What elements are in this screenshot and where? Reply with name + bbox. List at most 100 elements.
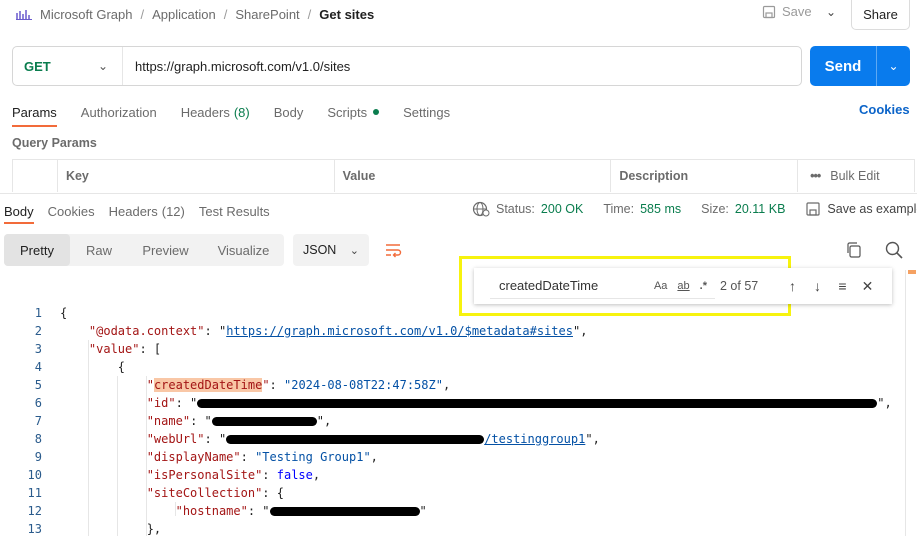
- view-preview-button[interactable]: Preview: [128, 234, 203, 266]
- arrow-up-icon[interactable]: ↑: [780, 278, 805, 294]
- view-raw-button[interactable]: Raw: [70, 234, 128, 266]
- headers-count: (8): [233, 104, 250, 120]
- search-icon[interactable]: [884, 240, 904, 260]
- save-icon: [762, 5, 776, 18]
- tab-response-headers[interactable]: Headers (12): [109, 201, 185, 221]
- line-number: 2: [34, 324, 42, 338]
- code-line: 3 "value": [: [0, 340, 917, 358]
- save-label: Save: [782, 4, 812, 19]
- json-key: "isPersonalSite": [146, 468, 263, 482]
- description-column-header: Description: [611, 160, 799, 192]
- chevron-down-icon: ⌄: [349, 244, 359, 257]
- url-input[interactable]: https://graph.microsoft.com/v1.0/sites: [123, 59, 350, 74]
- save-as-example-button[interactable]: Save as example: [827, 202, 917, 216]
- close-icon[interactable]: ✕: [855, 278, 880, 295]
- regex-toggle[interactable]: .*: [700, 280, 707, 292]
- response-body-editor[interactable]: 1{ 2 "@odata.context": "https://graph.mi…: [0, 304, 917, 536]
- method-label: GET: [24, 58, 51, 74]
- find-input[interactable]: createdDateTime Aa ab .*: [490, 273, 715, 299]
- tab-response-body[interactable]: Body: [4, 201, 34, 224]
- code-line: 12 "hostname": " ": [0, 502, 917, 520]
- tab-label: Params: [12, 104, 57, 120]
- json-link[interactable]: /testinggroup1: [484, 432, 585, 446]
- format-select[interactable]: JSON ⌄: [293, 234, 369, 266]
- search-match-marker: [908, 270, 916, 274]
- tab-settings[interactable]: Settings: [403, 100, 450, 124]
- tab-params[interactable]: Params: [12, 100, 57, 127]
- find-widget: createdDateTime Aa ab .* 2 of 57 ↑ ↓ ≡ ✕: [474, 268, 892, 304]
- tab-response-cookies[interactable]: Cookies: [48, 201, 95, 221]
- code-line: 8 "webUrl": "/testinggroup1",: [0, 430, 917, 448]
- key-column-header: Key: [58, 160, 335, 192]
- time-value[interactable]: 585 ms: [640, 202, 681, 216]
- tab-label: Body: [4, 203, 34, 219]
- redacted-value: [269, 507, 420, 516]
- tab-authorization[interactable]: Authorization: [81, 100, 157, 124]
- json-value: false: [276, 468, 313, 482]
- size-value[interactable]: 20.11 KB: [735, 202, 786, 216]
- status-value[interactable]: 200 OK: [541, 202, 583, 216]
- send-button[interactable]: Send ⌄: [810, 46, 910, 86]
- json-value: "Testing Group1": [255, 450, 371, 464]
- share-button[interactable]: Share: [851, 0, 910, 30]
- code-line: 4 {: [0, 358, 917, 376]
- save-icon: [806, 202, 821, 216]
- copy-icon[interactable]: [845, 241, 863, 259]
- line-number: 5: [34, 378, 42, 392]
- json-link[interactable]: https://graph.microsoft.com/v1.0/$metada…: [226, 324, 573, 338]
- tab-label: Body: [273, 104, 304, 120]
- tab-label: Cookies: [47, 203, 95, 219]
- json-key: "webUrl": [146, 432, 205, 446]
- more-icon: •••: [810, 169, 821, 183]
- line-number: 9: [34, 450, 42, 464]
- json-key: "siteCollection": [146, 486, 263, 500]
- breadcrumb: Microsoft Graph / Application / SharePoi…: [16, 4, 374, 24]
- indent-guide: [88, 340, 89, 536]
- view-mode-segmented-control: Pretty Raw Preview Visualize: [4, 234, 284, 266]
- editor-scrollbar[interactable]: [905, 270, 917, 536]
- line-number: 10: [27, 468, 42, 482]
- pane-divider[interactable]: [0, 193, 917, 194]
- match-case-toggle[interactable]: Aa: [654, 280, 667, 292]
- line-number: 7: [34, 414, 42, 428]
- breadcrumb-item[interactable]: Application: [152, 7, 216, 22]
- response-tabs: Body Cookies Headers (12) Test Results: [4, 201, 284, 224]
- save-button[interactable]: Save: [762, 4, 812, 19]
- tab-headers[interactable]: Headers (8): [181, 100, 250, 124]
- json-key: "name": [146, 414, 191, 428]
- tab-scripts[interactable]: Scripts: [327, 100, 380, 124]
- redacted-value: [197, 399, 878, 408]
- tab-test-results[interactable]: Test Results: [199, 201, 270, 221]
- wrap-lines-icon[interactable]: [383, 240, 403, 260]
- cookies-link[interactable]: Cookies: [859, 102, 910, 117]
- bulk-edit-label: Bulk Edit: [830, 169, 880, 183]
- bulk-edit-button[interactable]: ••• Bulk Edit: [798, 160, 915, 192]
- response-status-bar: Status: 200 OK Time: 585 ms Size: 20.11 …: [472, 201, 917, 217]
- view-pretty-button[interactable]: Pretty: [4, 234, 70, 266]
- breadcrumb-item[interactable]: SharePoint: [235, 7, 299, 22]
- breadcrumb-separator: /: [140, 6, 145, 22]
- code-line: 5 "createdDateTime": "2024-08-08T22:47:5…: [0, 376, 917, 394]
- query-params-heading: Query Params: [12, 136, 97, 150]
- format-label: JSON: [303, 243, 337, 257]
- line-number: 8: [34, 432, 42, 446]
- indent-guide: [146, 376, 147, 536]
- tab-label: Settings: [403, 104, 451, 120]
- send-options-chevron-icon[interactable]: ⌄: [877, 59, 910, 73]
- whole-word-toggle[interactable]: ab: [677, 280, 689, 292]
- view-visualize-button[interactable]: Visualize: [203, 234, 284, 266]
- find-match-count: 2 of 57: [720, 279, 759, 293]
- globe-icon[interactable]: [472, 201, 490, 217]
- code-line: 10 "isPersonalSite": false,: [0, 466, 917, 484]
- breadcrumb-separator: /: [307, 6, 312, 22]
- method-select[interactable]: GET ⌄: [13, 47, 123, 85]
- tab-label: Headers: [180, 104, 230, 120]
- breadcrumb-item[interactable]: Microsoft Graph: [40, 7, 132, 22]
- request-name[interactable]: Get sites: [319, 7, 374, 22]
- save-options-chevron-icon[interactable]: ⌄: [822, 2, 840, 22]
- find-in-selection-icon[interactable]: ≡: [830, 278, 855, 294]
- headers-count: (12): [161, 203, 185, 219]
- find-query: createdDateTime: [499, 278, 599, 293]
- tab-body[interactable]: Body: [274, 100, 304, 124]
- arrow-down-icon[interactable]: ↓: [805, 278, 830, 294]
